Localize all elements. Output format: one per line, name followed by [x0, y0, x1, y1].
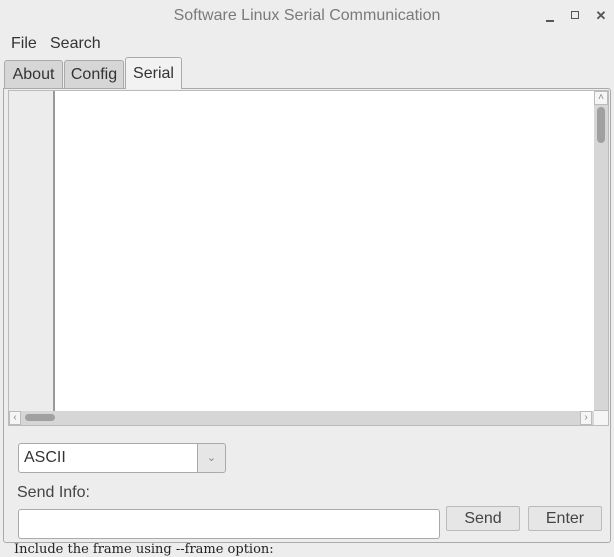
- tab-config[interactable]: Config: [64, 60, 124, 88]
- vertical-scroll-thumb[interactable]: [597, 107, 605, 143]
- scroll-corner: [594, 411, 608, 425]
- minimize-icon[interactable]: [542, 8, 558, 24]
- window-title: Software Linux Serial Communication: [173, 7, 441, 24]
- scroll-up-icon[interactable]: ˄: [594, 91, 608, 105]
- horizontal-scroll-thumb[interactable]: [25, 414, 55, 421]
- send-button[interactable]: Send: [446, 506, 520, 531]
- serial-output-text[interactable]: [57, 91, 594, 411]
- tab-about[interactable]: About: [4, 60, 63, 88]
- encoding-select[interactable]: ASCII: [18, 443, 198, 473]
- send-info-label: Send Info:: [17, 484, 90, 501]
- vertical-scrollbar[interactable]: ˄ ˅: [594, 91, 608, 424]
- chevron-down-icon[interactable]: ⌄: [198, 443, 226, 473]
- line-number-gutter: [9, 91, 55, 411]
- enter-button[interactable]: Enter: [528, 506, 602, 531]
- background-document-text: Include the frame using --frame option:: [14, 542, 274, 557]
- maximize-icon[interactable]: [568, 8, 584, 24]
- horizontal-scrollbar[interactable]: ‹ ›: [9, 411, 594, 425]
- tab-serial[interactable]: Serial: [125, 57, 182, 89]
- title-bar: Software Linux Serial Communication ✕: [0, 0, 614, 32]
- close-icon[interactable]: ✕: [593, 8, 609, 24]
- menu-search[interactable]: Search: [50, 35, 101, 53]
- scroll-right-icon[interactable]: ›: [580, 411, 592, 425]
- scroll-left-icon[interactable]: ‹: [9, 411, 21, 425]
- menu-file[interactable]: File: [11, 35, 37, 53]
- send-info-input[interactable]: [18, 509, 440, 539]
